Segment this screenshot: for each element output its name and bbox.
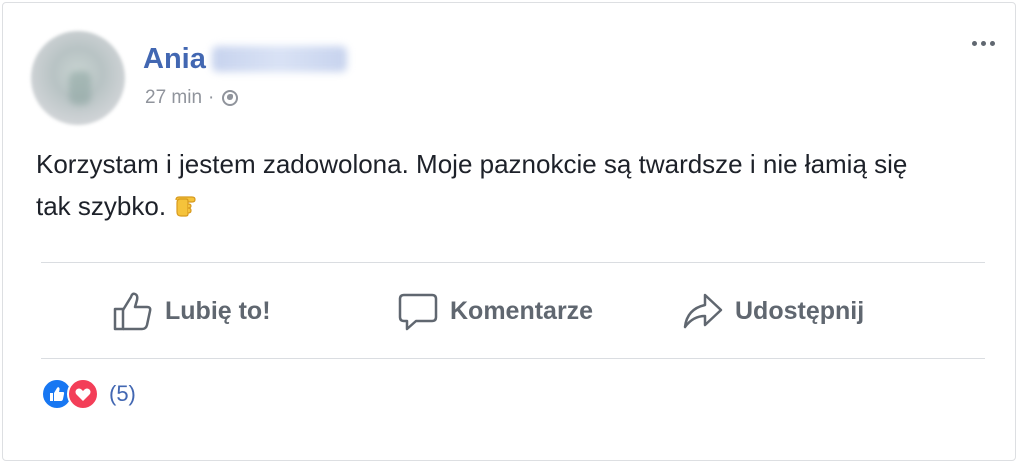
meta-separator: · (208, 87, 215, 108)
more-options-button[interactable] (972, 41, 995, 46)
avatar[interactable] (31, 31, 125, 125)
post-timestamp[interactable]: 27 min (145, 87, 202, 109)
divider (41, 262, 985, 263)
comment-button[interactable]: Komentarze (396, 287, 593, 335)
thumbs-up-icon (113, 292, 152, 331)
more-dot-icon (990, 41, 995, 46)
reactions-summary[interactable]: (5) (41, 377, 136, 411)
share-label: Udostępnij (735, 296, 865, 325)
pointing-right-emoji-icon (172, 186, 204, 230)
share-arrow-icon (683, 293, 723, 329)
reaction-count[interactable]: (5) (109, 381, 136, 407)
love-reaction-icon (67, 378, 99, 410)
post-actions-bar: Lubię to! Komentarze Udostępnij (41, 265, 985, 361)
like-label: Lubię to! (165, 296, 271, 325)
author-surname-blurred[interactable] (211, 46, 347, 72)
share-button[interactable]: Udostępnij (681, 287, 864, 335)
author-name-link[interactable]: Ania (143, 43, 206, 76)
post-text: Korzystam i jestem zadowolona. Moje pazn… (36, 143, 996, 230)
more-dot-icon (981, 41, 986, 46)
post-text-line1: Korzystam i jestem zadowolona. Moje pazn… (36, 149, 908, 179)
post-text-line2: tak szybko. (36, 191, 167, 221)
like-button[interactable]: Lubię to! (111, 287, 271, 335)
more-dot-icon (972, 41, 977, 46)
comment-bubble-icon (398, 293, 438, 331)
divider (41, 358, 985, 359)
post-card: Ania 27 min · Korzystam i jestem zadowol… (2, 2, 1016, 461)
post-author: Ania (143, 41, 347, 77)
globe-icon[interactable] (222, 90, 239, 106)
comment-label: Komentarze (450, 296, 594, 325)
post-meta: 27 min · (145, 87, 239, 109)
